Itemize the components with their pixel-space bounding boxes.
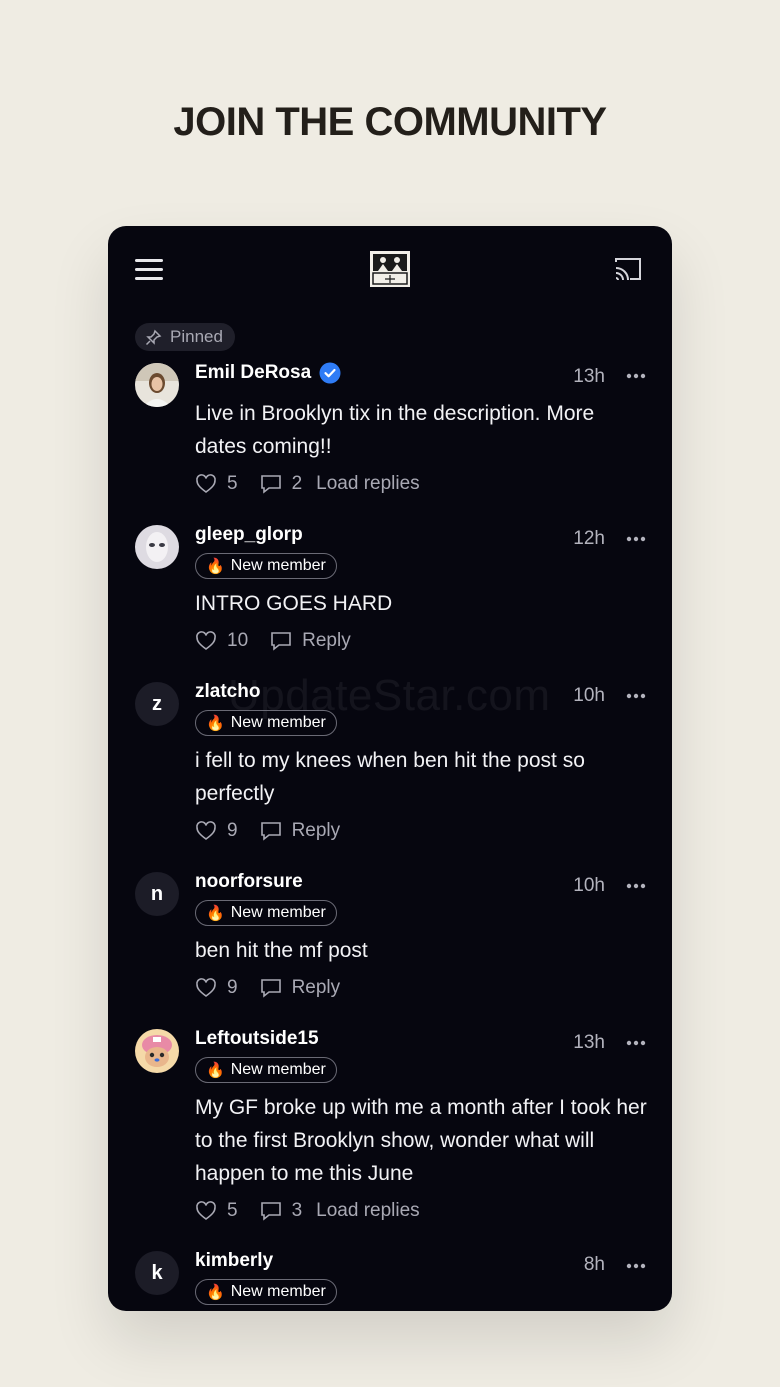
- comment-text: ben hit the mf post: [195, 939, 368, 962]
- username[interactable]: Emil DeRosa: [195, 362, 341, 384]
- timestamp: 13h: [573, 366, 605, 387]
- avatar[interactable]: n: [135, 872, 179, 916]
- fire-icon: 🔥: [206, 557, 225, 575]
- comment-text: INTRO GOES HARD: [195, 592, 393, 615]
- comment-text: Live in Brooklyn tix in the description.…: [195, 402, 595, 458]
- comment-text: i fell to my knees when ben hit the post…: [195, 749, 585, 805]
- avatar[interactable]: k: [135, 1251, 179, 1295]
- like-button[interactable]: 9: [195, 820, 238, 842]
- timestamp: 13h: [573, 1032, 605, 1053]
- new-member-badge: 🔥 New member: [195, 1279, 337, 1305]
- cast-icon[interactable]: [614, 256, 642, 282]
- comment-text: My GF broke up with me a month after I t…: [195, 1096, 647, 1185]
- hamburger-menu-icon[interactable]: [135, 259, 163, 281]
- comment-actions: 5 3 Load replies: [195, 1200, 420, 1222]
- new-member-badge: 🔥 New member: [195, 710, 337, 736]
- new-member-badge: 🔥 New member: [195, 553, 337, 579]
- avatar[interactable]: [135, 525, 179, 569]
- avatar[interactable]: [135, 1029, 179, 1073]
- reply-button[interactable]: Reply: [270, 630, 351, 652]
- top-bar: [108, 226, 672, 316]
- comment-actions: 5 2 Load replies: [195, 473, 420, 495]
- reply-button[interactable]: Reply: [260, 820, 341, 842]
- load-replies-link[interactable]: Load replies: [316, 473, 420, 495]
- reply-count: 3: [291, 1200, 303, 1221]
- avatar[interactable]: z: [135, 682, 179, 726]
- fire-icon: 🔥: [206, 714, 225, 732]
- comment-bubble-icon: [260, 1202, 281, 1221]
- heart-icon: [196, 821, 216, 840]
- username[interactable]: gleep_glorp: [195, 524, 303, 546]
- comment-bubble-icon: [260, 979, 281, 998]
- avatar[interactable]: [135, 363, 179, 407]
- reply-label: Reply: [291, 977, 341, 998]
- replies-button[interactable]: 3: [260, 1200, 303, 1222]
- like-button[interactable]: 10: [195, 630, 248, 652]
- comment-bubble-icon: [260, 822, 281, 841]
- like-count: 9: [227, 977, 238, 998]
- fire-icon: 🔥: [206, 904, 225, 922]
- fire-icon: 🔥: [206, 1061, 225, 1079]
- reply-count: 2: [291, 473, 303, 494]
- replies-button[interactable]: 2: [260, 473, 303, 495]
- pinned-label: Pinned: [170, 327, 223, 346]
- like-count: 10: [227, 630, 249, 651]
- comment-actions: 10 Reply: [195, 630, 351, 652]
- more-options-icon[interactable]: [626, 536, 646, 542]
- more-options-icon[interactable]: [626, 1263, 646, 1269]
- pinned-chip: Pinned: [135, 323, 235, 351]
- app-screen: UpdateStar.com Pinned Emil DeRosa 13h Li…: [108, 226, 672, 1311]
- load-replies-link[interactable]: Load replies: [316, 1200, 420, 1222]
- more-options-icon[interactable]: [626, 1040, 646, 1046]
- like-button[interactable]: 5: [195, 1200, 238, 1222]
- like-count: 5: [227, 1200, 238, 1221]
- more-options-icon[interactable]: [626, 373, 646, 379]
- reply-label: Reply: [291, 820, 341, 841]
- timestamp: 12h: [573, 528, 605, 549]
- username[interactable]: noorforsure: [195, 871, 303, 893]
- fire-icon: 🔥: [206, 1283, 225, 1301]
- heart-icon: [196, 978, 216, 997]
- username[interactable]: kimberly: [195, 1250, 273, 1272]
- reply-label: Reply: [302, 630, 351, 651]
- timestamp: 10h: [573, 875, 605, 896]
- comment-bubble-icon: [260, 475, 281, 494]
- reply-button[interactable]: Reply: [260, 977, 341, 999]
- heart-icon: [196, 474, 216, 493]
- page-title: JOIN THE COMMUNITY: [173, 100, 607, 144]
- verified-check-icon: [319, 362, 341, 384]
- username[interactable]: zlatcho: [195, 681, 260, 703]
- like-count: 5: [227, 473, 238, 494]
- like-button[interactable]: 5: [195, 473, 238, 495]
- app-logo-icon[interactable]: [370, 251, 410, 287]
- timestamp: 8h: [583, 1254, 605, 1275]
- like-count: 9: [227, 820, 238, 841]
- comment-bubble-icon: [271, 632, 291, 651]
- new-member-badge: 🔥 New member: [195, 1057, 337, 1083]
- more-options-icon[interactable]: [626, 883, 646, 889]
- like-button[interactable]: 9: [195, 977, 238, 999]
- comment-actions: 9 Reply: [195, 820, 340, 842]
- pin-icon: [145, 329, 162, 345]
- heart-icon: [196, 631, 216, 650]
- new-member-badge: 🔥 New member: [195, 900, 337, 926]
- timestamp: 10h: [573, 685, 605, 706]
- username[interactable]: Leftoutside15: [195, 1028, 319, 1050]
- heart-icon: [196, 1201, 216, 1220]
- comment-actions: 9 Reply: [195, 977, 340, 999]
- more-options-icon[interactable]: [626, 693, 646, 699]
